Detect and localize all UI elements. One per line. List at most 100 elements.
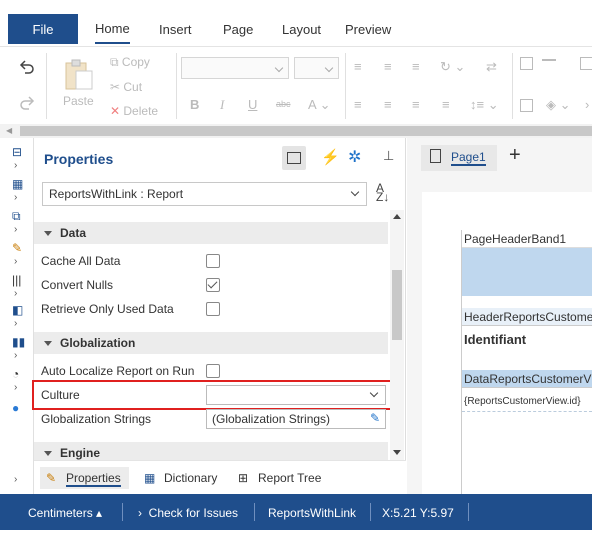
text-format-icon[interactable]: ⇄ <box>486 59 497 75</box>
object-selector[interactable]: ReportsWithLink : Report <box>42 182 367 206</box>
barcode-icon[interactable]: ||| <box>12 274 26 286</box>
band-icon[interactable]: ⊟ <box>12 146 26 158</box>
redo-icon[interactable] <box>18 95 36 111</box>
cross-band-icon[interactable]: ⧉ <box>12 210 26 222</box>
tab-properties[interactable]: ✎ Properties <box>40 467 129 489</box>
gauge-icon[interactable]: ◔ <box>12 368 26 380</box>
chevron-right-icon[interactable]: › <box>14 318 17 329</box>
report-name: ReportsWithLink <box>268 506 357 520</box>
chevron-right-icon[interactable]: › <box>14 160 17 171</box>
align-center-icon[interactable]: ≡ <box>384 97 392 112</box>
rotate-icon[interactable]: ↻ ⌄ <box>440 59 465 75</box>
events-lightning-icon[interactable]: ⚡ <box>321 148 340 166</box>
more-icon[interactable]: › <box>585 97 589 112</box>
tab-report-tree[interactable]: ⊞ Report Tree <box>232 467 329 489</box>
globalization-strings-field[interactable]: (Globalization Strings) ✎ <box>206 409 386 429</box>
ribbon-tabs: File Home Insert Page Layout Preview <box>0 8 592 46</box>
page-icon <box>430 149 441 163</box>
auto-localize-checkbox[interactable] <box>206 364 220 378</box>
italic-icon[interactable]: I <box>220 97 224 113</box>
tab-preview[interactable]: Preview <box>345 14 391 44</box>
chevron-right-icon[interactable]: › <box>14 256 17 267</box>
cache-all-data-checkbox[interactable] <box>206 254 220 268</box>
report-page[interactable]: PageHeaderBand1 HeaderReportsCustome Ide… <box>422 192 592 494</box>
add-page-icon[interactable]: + <box>509 144 521 167</box>
undo-icon[interactable] <box>18 59 36 75</box>
text-tool-icon[interactable]: ✎ <box>12 242 26 254</box>
properties-icon: ✎ <box>46 471 57 485</box>
delete-button[interactable]: ✕ Delete <box>110 104 158 118</box>
tab-page[interactable]: Page <box>223 14 253 44</box>
paste-label[interactable]: Paste <box>63 94 94 108</box>
page-header-band[interactable] <box>462 248 592 296</box>
scissors-icon: ✂ <box>110 80 124 94</box>
band-header-title[interactable]: HeaderReportsCustome <box>462 308 592 326</box>
file-button[interactable]: File <box>8 14 78 44</box>
font-name-dropdown[interactable] <box>181 57 289 79</box>
chevron-down-icon <box>350 187 360 197</box>
shape-icon[interactable]: ◧ <box>12 304 26 316</box>
chevron-right-icon[interactable]: › <box>14 288 17 299</box>
edit-pencil-icon[interactable]: ✎ <box>370 411 380 425</box>
align-top-icon[interactable]: ≡ <box>354 59 362 74</box>
chevron-right-icon[interactable]: › <box>14 224 17 235</box>
align-bottom-icon[interactable]: ≡ <box>412 59 420 74</box>
ribbon-toolbar: Paste ⧉ Copy ✂ Cut ✕ Delete B I U abc A … <box>0 46 592 124</box>
map-icon[interactable]: ● <box>12 402 26 414</box>
tab-insert[interactable]: Insert <box>159 14 192 44</box>
border-none-icon[interactable] <box>520 99 533 112</box>
component-toolbox: ⊟ › ▦ › ⧉ › ✎ › ||| › ◧ › ▮▮ › ◔ › ● › <box>0 138 34 494</box>
scroll-left-icon[interactable]: ◀ <box>6 126 12 135</box>
prop-row-convert-nulls: Convert Nulls <box>34 273 388 297</box>
chevron-right-icon[interactable]: › <box>14 382 17 393</box>
data-field[interactable]: {ReportsCustomerView.id} <box>462 394 592 412</box>
underline-icon[interactable]: U <box>248 97 257 112</box>
table-band-icon[interactable]: ▦ <box>12 178 26 190</box>
align-justify-icon[interactable]: ≡ <box>442 97 450 112</box>
fill-color-icon[interactable]: ◈ ⌄ <box>546 97 571 113</box>
properties-scrollbar[interactable] <box>390 210 404 460</box>
border-icon[interactable] <box>520 57 533 70</box>
cut-button[interactable]: ✂ Cut <box>110 80 142 94</box>
convert-nulls-checkbox[interactable] <box>206 278 220 292</box>
tab-dictionary[interactable]: ▦ Dictionary <box>138 467 225 489</box>
scroll-up-icon[interactable] <box>393 214 401 219</box>
tab-layout[interactable]: Layout <box>282 14 321 44</box>
pin-icon[interactable]: ⊥ <box>383 148 394 164</box>
check-issues-button[interactable]: › Check for Issues <box>138 506 238 520</box>
line-spacing-icon[interactable]: ↕≡ ⌄ <box>470 97 499 113</box>
copy-button[interactable]: ⧉ Copy <box>110 55 150 70</box>
align-middle-icon[interactable]: ≡ <box>384 59 392 74</box>
page-tab[interactable]: Page1 <box>421 145 497 171</box>
border-style-icon[interactable] <box>542 59 556 61</box>
font-color-icon[interactable]: A ⌄ <box>308 97 330 113</box>
band-data-title[interactable]: DataReportsCustomerV <box>462 370 592 388</box>
sort-az-icon[interactable]: A Z↓ <box>376 182 389 203</box>
ribbon-scrollbar[interactable]: ◀ <box>0 124 592 138</box>
band-page-header-title[interactable]: PageHeaderBand1 <box>462 230 592 248</box>
scroll-down-icon[interactable] <box>393 450 401 455</box>
chevron-right-icon[interactable]: › <box>14 350 17 361</box>
category-view-button[interactable] <box>282 146 306 170</box>
collapse-icon <box>44 341 52 346</box>
expand-toolbox-icon[interactable]: › <box>14 474 17 485</box>
header-text[interactable]: Identifiant <box>462 330 592 352</box>
border-all-icon[interactable] <box>580 57 592 70</box>
tab-home[interactable]: Home <box>95 14 130 44</box>
category-data[interactable]: Data <box>34 222 388 244</box>
coordinates: X:5.21 Y:5.97 <box>382 506 454 520</box>
units-dropdown[interactable]: Centimeters ▴ <box>28 506 102 520</box>
retrieve-only-used-data-checkbox[interactable] <box>206 302 220 316</box>
category-engine[interactable]: Engine <box>34 442 388 460</box>
align-right-icon[interactable]: ≡ <box>412 97 420 112</box>
font-size-dropdown[interactable] <box>294 57 339 79</box>
strikethrough-icon[interactable]: abc <box>276 99 291 109</box>
paste-icon[interactable] <box>62 59 94 91</box>
align-left-icon[interactable]: ≡ <box>354 97 362 112</box>
chevron-right-icon[interactable]: › <box>14 192 17 203</box>
chart-icon[interactable]: ▮▮ <box>12 336 26 348</box>
bold-icon[interactable]: B <box>190 97 199 112</box>
status-bar: Centimeters ▴ › Check for Issues Reports… <box>0 494 592 530</box>
category-globalization[interactable]: Globalization <box>34 332 388 354</box>
settings-gear-icon[interactable]: ✲ <box>348 147 361 167</box>
